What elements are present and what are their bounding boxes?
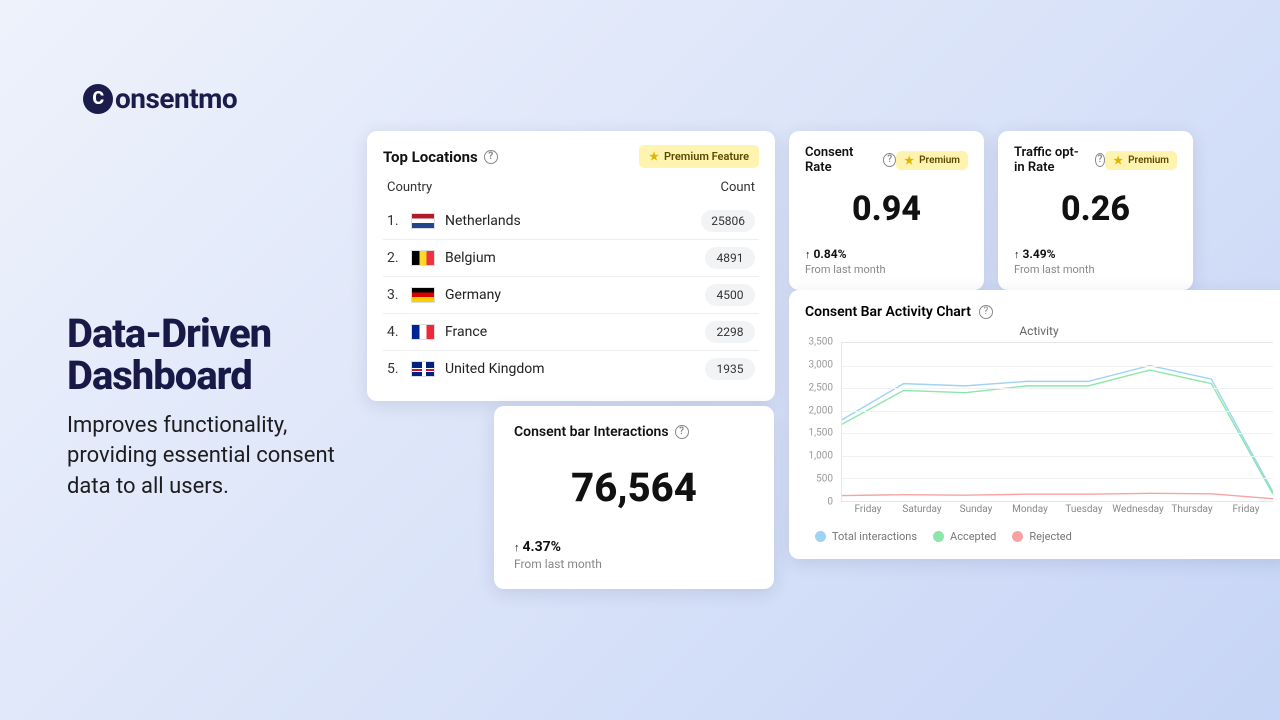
country-count: 4500 bbox=[705, 284, 755, 306]
legend-accepted: Accepted bbox=[933, 530, 996, 543]
premium-feature-badge: ★ Premium Feature bbox=[639, 145, 759, 168]
table-row: 2. Belgium 4891 bbox=[383, 240, 759, 277]
help-icon[interactable]: ? bbox=[883, 153, 896, 167]
y-tick: 500 bbox=[816, 474, 833, 485]
legend-total: Total interactions bbox=[815, 530, 917, 543]
dot-icon bbox=[815, 531, 826, 542]
row-index: 2. bbox=[387, 250, 401, 266]
locations-list: 1. Netherlands 25806 2. Belgium 4891 3. Germany… bbox=[383, 203, 759, 387]
table-row: 5. United Kingdom 1935 bbox=[383, 351, 759, 387]
top-locations-title: Top Locations ? bbox=[383, 148, 498, 166]
interactions-value: 76,564 bbox=[514, 464, 754, 511]
consent-rate-delta: ↑0.84% bbox=[805, 247, 968, 261]
flag-icon bbox=[411, 324, 435, 340]
help-icon[interactable]: ? bbox=[979, 305, 993, 319]
premium-badge: ★ Premium bbox=[1105, 151, 1177, 170]
country-name: France bbox=[445, 324, 487, 340]
activity-chart-title: Consent Bar Activity Chart bbox=[805, 304, 971, 320]
country-name: Netherlands bbox=[445, 213, 521, 229]
arrow-up-icon: ↑ bbox=[1014, 248, 1020, 261]
row-index: 5. bbox=[387, 361, 401, 377]
x-tick: Saturday bbox=[895, 504, 949, 522]
table-row: 3. Germany 4500 bbox=[383, 277, 759, 314]
traffic-rate-sub: From last month bbox=[1014, 263, 1177, 276]
table-row: 1. Netherlands 25806 bbox=[383, 203, 759, 240]
traffic-rate-card: Traffic opt-in Rate ? ★ Premium 0.26 ↑3.… bbox=[998, 131, 1193, 290]
country-name: Belgium bbox=[445, 250, 496, 266]
x-tick: Thursday bbox=[1165, 504, 1219, 522]
chart-legend: Total interactions Accepted Rejected bbox=[805, 530, 1273, 543]
interactions-sub: From last month bbox=[514, 557, 754, 571]
table-row: 4. France 2298 bbox=[383, 314, 759, 351]
activity-chart: 3,5003,0002,5002,0001,5001,0005000 Frida… bbox=[805, 342, 1273, 522]
star-icon: ★ bbox=[649, 150, 659, 163]
activity-chart-card: Consent Bar Activity Chart ? Activity 3,… bbox=[789, 290, 1280, 559]
traffic-rate-value: 0.26 bbox=[1014, 189, 1177, 229]
y-tick: 2,000 bbox=[809, 405, 833, 416]
flag-icon bbox=[411, 361, 435, 377]
row-index: 3. bbox=[387, 287, 401, 303]
y-tick: 1,500 bbox=[809, 428, 833, 439]
interactions-title: Consent bar Interactions bbox=[514, 424, 669, 440]
premium-badge-label: Premium bbox=[1128, 155, 1169, 166]
row-index: 1. bbox=[387, 213, 401, 229]
brand-mark-icon: C bbox=[83, 84, 113, 114]
activity-chart-caption: Activity bbox=[805, 324, 1273, 338]
arrow-up-icon: ↑ bbox=[805, 248, 811, 261]
y-tick: 0 bbox=[827, 497, 833, 508]
consent-rate-card: Consent Rate ? ★ Premium 0.94 ↑0.84% Fro… bbox=[789, 131, 984, 290]
traffic-rate-title: Traffic opt-in Rate bbox=[1014, 145, 1089, 175]
hero-title: Data-Driven Dashboard bbox=[67, 313, 377, 397]
country-name: United Kingdom bbox=[445, 361, 545, 377]
flag-icon bbox=[411, 250, 435, 266]
interactions-delta: ↑4.37% bbox=[514, 539, 754, 555]
country-name: Germany bbox=[445, 287, 501, 303]
x-tick: Monday bbox=[1003, 504, 1057, 522]
star-icon: ★ bbox=[1113, 154, 1123, 167]
y-tick: 3,000 bbox=[809, 359, 833, 370]
consent-rate-title: Consent Rate bbox=[805, 145, 877, 175]
star-icon: ★ bbox=[904, 154, 914, 167]
help-icon[interactable]: ? bbox=[484, 150, 498, 164]
traffic-rate-delta: ↑3.49% bbox=[1014, 247, 1177, 261]
col-country: Country bbox=[387, 180, 432, 195]
y-tick: 1,000 bbox=[809, 451, 833, 462]
help-icon[interactable]: ? bbox=[675, 425, 689, 439]
legend-rejected: Rejected bbox=[1012, 530, 1071, 543]
dot-icon bbox=[933, 531, 944, 542]
help-icon[interactable]: ? bbox=[1095, 153, 1106, 167]
interactions-card: Consent bar Interactions ? 76,564 ↑4.37%… bbox=[494, 406, 774, 589]
flag-icon bbox=[411, 287, 435, 303]
brand-name: onsentmo bbox=[115, 82, 237, 115]
country-count: 1935 bbox=[705, 358, 755, 380]
x-tick: Friday bbox=[841, 504, 895, 522]
country-count: 2298 bbox=[705, 321, 755, 343]
dot-icon bbox=[1012, 531, 1023, 542]
arrow-up-icon: ↑ bbox=[514, 541, 520, 554]
country-count: 25806 bbox=[701, 210, 755, 232]
consent-rate-sub: From last month bbox=[805, 263, 968, 276]
flag-icon bbox=[411, 213, 435, 229]
hero-copy: Data-Driven Dashboard Improves functiona… bbox=[67, 313, 377, 502]
top-locations-title-text: Top Locations bbox=[383, 148, 478, 166]
country-count: 4891 bbox=[705, 247, 755, 269]
row-index: 4. bbox=[387, 324, 401, 340]
top-locations-card: Top Locations ? ★ Premium Feature Countr… bbox=[367, 131, 775, 401]
x-tick: Friday bbox=[1219, 504, 1273, 522]
hero-subtitle: Improves functionality, providing essent… bbox=[67, 411, 377, 502]
premium-feature-label: Premium Feature bbox=[664, 150, 749, 163]
x-tick: Tuesday bbox=[1057, 504, 1111, 522]
premium-badge-label: Premium bbox=[919, 155, 960, 166]
x-tick: Sunday bbox=[949, 504, 1003, 522]
consent-rate-value: 0.94 bbox=[805, 189, 968, 229]
y-tick: 3,500 bbox=[809, 337, 833, 348]
premium-badge: ★ Premium bbox=[896, 151, 968, 170]
x-tick: Wednesday bbox=[1111, 504, 1165, 522]
brand-logo: Consentmo bbox=[83, 82, 237, 115]
y-tick: 2,500 bbox=[809, 382, 833, 393]
col-count: Count bbox=[721, 180, 755, 195]
